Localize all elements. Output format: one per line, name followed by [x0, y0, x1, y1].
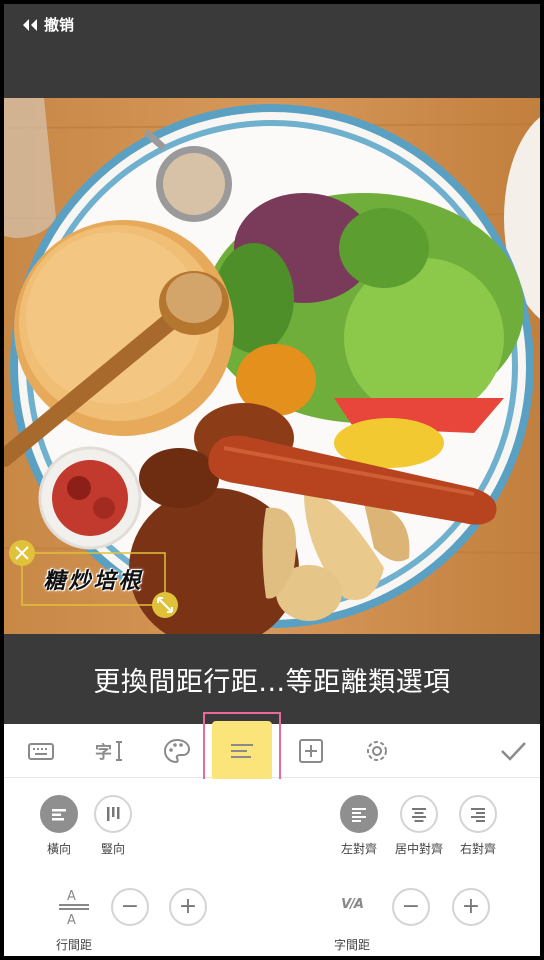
confirm-check-icon	[501, 742, 526, 761]
vertical-text-icon	[107, 807, 120, 821]
align-right-icon	[471, 808, 485, 822]
add-tab[interactable]	[290, 730, 332, 772]
vertical-direction-button[interactable]	[94, 795, 132, 833]
line-spacing-label: 行間距	[55, 938, 92, 952]
vertical-label: 豎向	[100, 842, 125, 856]
add-icon	[299, 739, 323, 763]
align-center-button[interactable]	[400, 795, 438, 833]
palette-tab[interactable]	[156, 730, 198, 772]
sticker-text: 糖炒培根	[43, 569, 144, 594]
settings-tab[interactable]	[356, 730, 398, 772]
editor-toolbar: 字	[4, 712, 540, 790]
align-icon	[231, 744, 253, 758]
undo-button[interactable]: 撤销	[22, 14, 74, 35]
minus-icon: −	[401, 894, 421, 919]
align-left-icon	[352, 808, 366, 822]
app-frame: 撤销 糖炒培根 更換間距行距...等距離類選項 字 橫向 豎向 左對齊 居中對齊…	[0, 0, 544, 960]
horizontal-text-icon	[52, 809, 66, 821]
align-tab[interactable]	[212, 721, 272, 781]
line-spacing-decrease-button[interactable]: −	[111, 888, 149, 926]
palette-icon	[163, 738, 191, 764]
confirm-button[interactable]	[492, 730, 534, 772]
align-center-icon	[412, 808, 426, 822]
align-right-label: 右對齊	[459, 842, 496, 856]
horizontal-label: 橫向	[46, 842, 71, 856]
minus-icon: −	[120, 894, 140, 919]
line-spacing-increase-button[interactable]: +	[169, 888, 207, 926]
char-spacing-icon: V/A	[341, 897, 364, 912]
plus-icon: +	[461, 894, 481, 919]
align-right-button[interactable]	[459, 795, 497, 833]
keyboard-icon	[28, 743, 54, 760]
font-tab[interactable]: 字	[88, 730, 130, 772]
line-spacing-icon: A A	[59, 889, 89, 926]
font-icon: 字	[95, 741, 122, 763]
svg-text:字: 字	[95, 742, 112, 763]
align-center-label: 居中對齊	[394, 842, 443, 856]
spacing-panel: 橫向 豎向 左對齊 居中對齊 右對齊 A A − + 行間距 V/A − + 字…	[4, 779, 540, 956]
undo-label: 撤销	[44, 16, 75, 34]
align-left-label: 左對齊	[340, 842, 377, 856]
svg-text:A: A	[67, 913, 76, 926]
top-bar: 撤销	[4, 4, 540, 98]
double-left-arrow-icon	[23, 18, 37, 31]
hint-text: 更換間距行距...等距離類選項	[93, 666, 451, 698]
food-photo	[4, 98, 540, 634]
horizontal-direction-button[interactable]	[40, 795, 78, 833]
settings-icon	[367, 741, 387, 761]
text-sticker[interactable]: 糖炒培根	[26, 557, 161, 601]
svg-text:A: A	[67, 889, 76, 904]
plus-icon: +	[178, 894, 198, 919]
char-spacing-label: 字間距	[333, 938, 370, 952]
align-left-button[interactable]	[340, 795, 378, 833]
char-spacing-decrease-button[interactable]: −	[392, 888, 430, 926]
photo-canvas[interactable]: 糖炒培根	[4, 98, 540, 634]
char-spacing-increase-button[interactable]: +	[452, 888, 490, 926]
hint-banner: 更換間距行距...等距離類選項	[4, 634, 540, 724]
keyboard-tab[interactable]	[20, 730, 62, 772]
